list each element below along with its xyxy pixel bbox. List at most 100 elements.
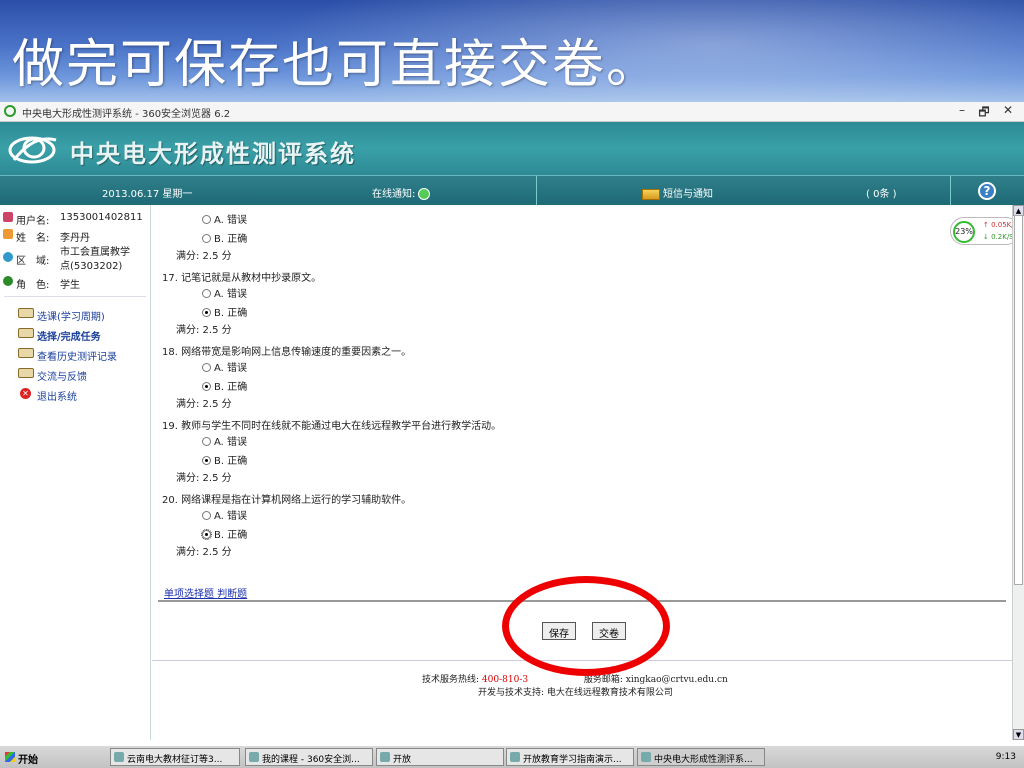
- person-icon: [3, 229, 13, 239]
- info-bar: 2013.06.17 星期一 在线通知: 短信与通知 ( 0条 ) ?: [0, 175, 1024, 206]
- scroll-down-icon[interactable]: ▼: [1013, 729, 1024, 740]
- globe-icon: [3, 252, 13, 262]
- q19-option-b[interactable]: B. 正确: [202, 452, 247, 467]
- q16-score: 满分: 2.5 分: [176, 251, 232, 262]
- menu-item-tasks[interactable]: 选择/完成任务: [0, 323, 150, 343]
- q18-option-a[interactable]: A. 错误: [202, 359, 247, 374]
- link-single-choice[interactable]: 单项选择题: [164, 589, 214, 600]
- system-tray: 9:13: [870, 748, 1022, 766]
- menu-item-feedback[interactable]: 交流与反馈: [0, 363, 150, 383]
- user-id-icon: [3, 212, 13, 222]
- taskbar-item[interactable]: 我的课程 - 360安全浏...: [245, 748, 373, 766]
- menu-item-logout[interactable]: ✕ 退出系统: [0, 383, 150, 403]
- minimize-button[interactable]: –: [952, 103, 972, 117]
- q19-option-a[interactable]: A. 错误: [202, 433, 247, 448]
- q17-text: 17. 记笔记就是从教材中抄录原文。: [162, 273, 322, 284]
- radio-button[interactable]: [202, 437, 211, 446]
- notice-refresh-icon[interactable]: [418, 188, 431, 200]
- menu-item-history[interactable]: 查看历史测评记录: [0, 343, 150, 363]
- username-value: 1353001402811: [60, 212, 143, 223]
- q17-score: 满分: 2.5 分: [176, 325, 232, 336]
- radio-button[interactable]: [202, 511, 211, 520]
- q16-option-b[interactable]: B. 正确: [202, 230, 247, 245]
- option-label: A. 错误: [214, 511, 248, 522]
- divider: [4, 296, 146, 297]
- close-window-button[interactable]: ✕: [998, 103, 1018, 117]
- mail-icon: [642, 188, 660, 200]
- q17-option-b[interactable]: B. 正确: [202, 304, 247, 319]
- radio-button[interactable]: [202, 215, 211, 224]
- q17-option-a[interactable]: A. 错误: [202, 285, 247, 300]
- restore-button[interactable]: 🗗: [974, 103, 994, 124]
- browser-title-bar: 中央电大形成性测评系统 - 360安全浏览器 6.2 – 🗗 ✕: [0, 102, 1024, 122]
- region-value-line1: 市工会直属教学: [60, 247, 130, 258]
- exit-icon: ✕: [20, 388, 31, 399]
- help-icon[interactable]: ?: [978, 182, 996, 200]
- q16-option-a[interactable]: A. 错误: [202, 211, 247, 226]
- taskbar-item-active[interactable]: 中央电大形成性测评系...: [637, 748, 765, 766]
- highlight-ellipse: [502, 576, 670, 676]
- online-notice-label: 在线通知:: [372, 189, 416, 200]
- radio-button-selected[interactable]: [202, 382, 211, 391]
- vertical-scrollbar[interactable]: ▲ ▼: [1012, 205, 1024, 740]
- role-label: 角 色:: [16, 280, 50, 291]
- name-label: 姓 名:: [16, 233, 50, 244]
- q18-option-b[interactable]: B. 正确: [202, 378, 247, 393]
- email-value[interactable]: xingkao@crtvu.edu.cn: [626, 675, 728, 685]
- menu-item-label: 选择/完成任务: [37, 332, 101, 343]
- messages-link[interactable]: 短信与通知: [642, 185, 713, 200]
- network-percent: 23%: [953, 221, 975, 243]
- q20-option-a[interactable]: A. 错误: [202, 507, 247, 522]
- role-row: 角 色: 学生: [0, 273, 150, 291]
- sidebar: 用户名: 1353001402811 姓 名: 李丹丹 区 域: 市工会直属教学…: [0, 205, 151, 740]
- option-label: A. 错误: [214, 437, 248, 448]
- book-icon: [18, 328, 34, 338]
- option-label: B. 正确: [214, 456, 248, 467]
- role-value: 学生: [60, 280, 80, 291]
- site-title: 中央电大形成性测评系统: [70, 140, 356, 168]
- radio-button[interactable]: [202, 289, 211, 298]
- menu-item-label: 退出系统: [37, 392, 77, 403]
- username-label: 用户名:: [16, 216, 50, 227]
- q18-text: 18. 网络带宽是影响网上信息传输速度的重要因素之一。: [162, 347, 412, 358]
- q19-text: 19. 教师与学生不同时在线就不能通过电大在线远程教学平台进行教学活动。: [162, 421, 502, 432]
- region-label: 区 域:: [16, 256, 50, 267]
- email-label: 服务邮箱:: [583, 675, 623, 685]
- divider: [950, 176, 951, 206]
- option-label: B. 正确: [214, 530, 248, 541]
- crtvu-logo-icon: [8, 136, 57, 164]
- browser-window-title: 中央电大形成性测评系统 - 360安全浏览器 6.2: [22, 109, 231, 120]
- book-icon: [18, 348, 34, 358]
- taskbar-item[interactable]: 开放: [376, 748, 504, 766]
- q19-score: 满分: 2.5 分: [176, 473, 232, 484]
- radio-button[interactable]: [202, 234, 211, 243]
- slide-banner: 做完可保存也可直接交卷。: [0, 0, 1024, 102]
- menu-item-label: 选课(学习周期): [37, 312, 105, 323]
- radio-button-selected[interactable]: [202, 456, 211, 465]
- taskbar-item[interactable]: 开放教育学习指南演示...: [506, 748, 634, 766]
- book-icon: [18, 368, 34, 378]
- option-label: A. 错误: [214, 215, 248, 226]
- name-value: 李丹丹: [60, 233, 90, 244]
- option-label: B. 正确: [214, 382, 248, 393]
- online-notice[interactable]: 在线通知:: [372, 185, 431, 200]
- region-value-line2: 点(5303202): [60, 261, 123, 272]
- radio-button[interactable]: [202, 363, 211, 372]
- network-speed-widget[interactable]: 23% ↑ 0.05K/S ↓ 0.2K/S: [950, 217, 1020, 245]
- hotline-label: 技术服务热线:: [422, 675, 480, 685]
- link-true-false[interactable]: 判断题: [217, 589, 247, 600]
- q20-option-b[interactable]: B. 正确: [201, 526, 248, 541]
- region-row: 区 域: 市工会直属教学 点(5303202): [0, 243, 150, 273]
- radio-button-selected[interactable]: [202, 308, 211, 317]
- clock: 9:13: [995, 752, 1016, 762]
- q18-score: 满分: 2.5 分: [176, 399, 232, 410]
- slide-title: 做完可保存也可直接交卷。: [12, 35, 661, 95]
- start-button[interactable]: 开始: [2, 748, 42, 766]
- taskbar: 开始 云南电大教材征订等3... 我的课程 - 360安全浏... 开放 开放教…: [0, 745, 1024, 768]
- menu-item-label: 交流与反馈: [37, 372, 87, 383]
- q20-score: 满分: 2.5 分: [176, 547, 232, 558]
- taskbar-item[interactable]: 云南电大教材征订等3...: [110, 748, 240, 766]
- menu-item-select-course[interactable]: 选课(学习周期): [0, 303, 150, 323]
- radio-button-selected[interactable]: [201, 529, 212, 540]
- scroll-thumb[interactable]: [1014, 215, 1023, 585]
